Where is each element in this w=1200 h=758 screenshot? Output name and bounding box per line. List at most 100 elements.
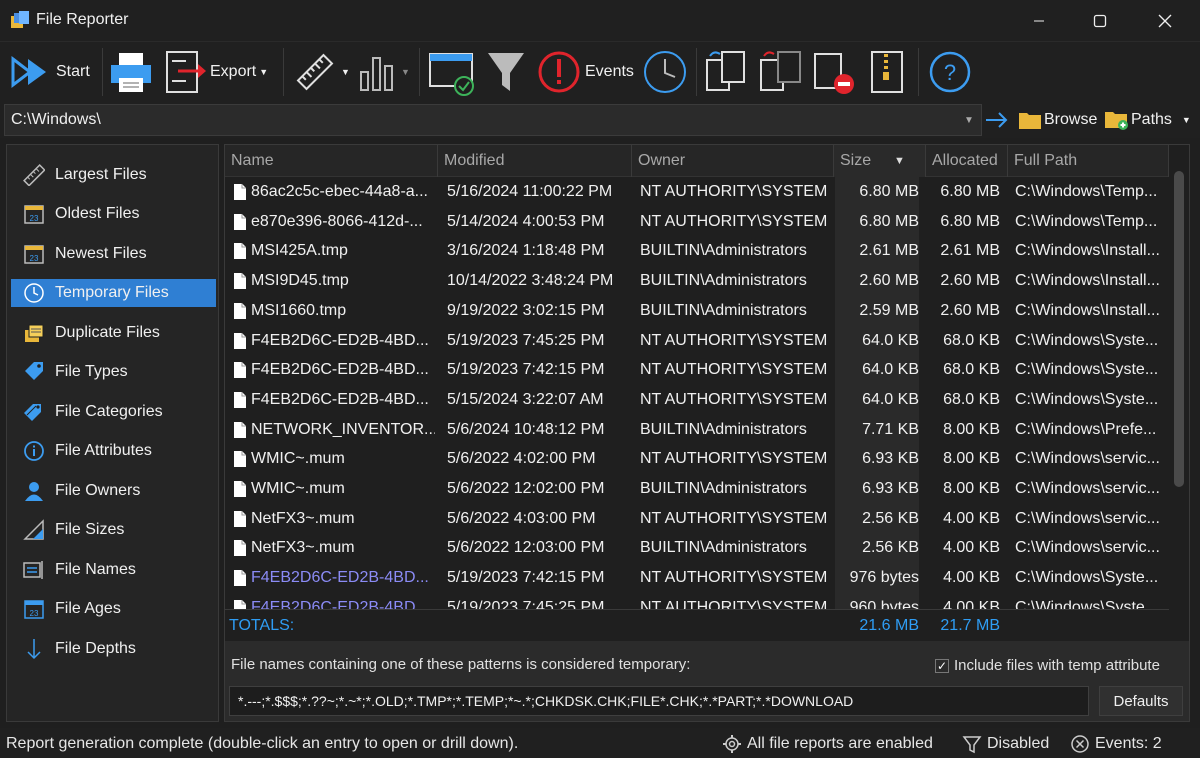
sidebar-item-label: File Categories <box>55 403 163 420</box>
table-row[interactable]: NetFX3~.mum 5/6/2022 4:03:00 PM NT AUTHORI… <box>225 504 1169 534</box>
sidebar-item-newest-files[interactable]: 23 Newest Files <box>11 240 216 268</box>
move-button[interactable] <box>758 44 804 100</box>
export-button[interactable]: Export ▼ <box>164 44 268 100</box>
vertical-scrollbar[interactable] <box>1169 145 1189 641</box>
column-header-name[interactable]: Name <box>225 145 438 177</box>
table-row[interactable]: MSI425A.tmp 3/16/2024 1:18:48 PM BUILTIN\A… <box>225 236 1169 266</box>
column-header-full-path[interactable]: Full Path <box>1008 145 1169 177</box>
defaults-button[interactable]: Defaults <box>1099 686 1183 716</box>
browse-button[interactable]: Browse <box>1018 106 1097 134</box>
cell-path: C:\Windows\Install... <box>1015 272 1160 290</box>
table-row[interactable]: F4EB2D6C-ED2B-4BD... 5/19/2023 7:42:15 PM… <box>225 563 1169 593</box>
table-row[interactable]: MSI1660.tmp 9/19/2022 3:02:15 PM BUILTIN\A… <box>225 296 1169 326</box>
close-button[interactable] <box>1142 0 1188 42</box>
table-row[interactable]: NetFX3~.mum 5/6/2022 12:03:00 PM BUILTIN\A… <box>225 533 1169 563</box>
help-button[interactable]: ? <box>928 44 972 100</box>
history-button[interactable] <box>642 44 688 100</box>
events-status[interactable]: Events: 2 <box>1070 733 1162 755</box>
sidebar-item-file-categories[interactable]: File Categories <box>11 398 216 426</box>
title-bar: File Reporter <box>0 0 1200 42</box>
compress-button[interactable] <box>868 44 908 100</box>
table-row[interactable]: F4EB2D6C-ED2B-4BD... 5/15/2024 3:22:07 AM… <box>225 385 1169 415</box>
reports-status[interactable]: All file reports are enabled <box>722 733 933 755</box>
events-label: Events <box>585 63 634 80</box>
file-icon <box>234 302 246 319</box>
sidebar-item-file-sizes[interactable]: File Sizes <box>11 516 216 544</box>
table-row[interactable]: F4EB2D6C-ED2B-4BD... 5/19/2023 7:45:25 PM… <box>225 326 1169 356</box>
cell-allocated: 2.61 MB <box>940 242 1000 260</box>
minimize-button[interactable] <box>1016 0 1062 42</box>
arrow-right-icon <box>986 112 1008 128</box>
file-icon <box>234 451 246 468</box>
chart-button[interactable]: ▼ <box>357 44 410 100</box>
table-row[interactable]: 86ac2c5c-ebec-44a8-a... 5/16/2024 11:00:2… <box>225 177 1169 207</box>
cell-name: MSI1660.tmp <box>251 301 347 319</box>
schedule-button[interactable] <box>428 44 476 100</box>
temp-attribute-checkbox[interactable]: ✓ Include files with temp attribute <box>935 657 1160 674</box>
cell-allocated: 4.00 KB <box>943 539 1000 557</box>
cell-owner: NT AUTHORITY\SYSTEM <box>640 331 828 349</box>
cell-modified: 5/6/2024 10:48:12 PM <box>447 420 605 438</box>
sidebar-item-largest-files[interactable]: Largest Files <box>11 161 216 189</box>
folder-icon <box>1019 113 1041 129</box>
table-row[interactable]: e870e396-8066-412d-... 5/14/2024 4:00:53 … <box>225 207 1169 237</box>
cell-name: F4EB2D6C-ED2B-4BD... <box>251 569 429 587</box>
names-icon <box>23 559 45 581</box>
column-header-allocated[interactable]: Allocated <box>926 145 1008 177</box>
sidebar-item-temporary-files[interactable]: Temporary Files <box>11 279 216 307</box>
print-button[interactable] <box>108 44 154 100</box>
filter-icon <box>962 736 982 754</box>
pattern-input[interactable] <box>229 686 1089 716</box>
cell-path: C:\Windows\Prefe... <box>1015 420 1157 438</box>
cell-name: WMIC~.mum <box>251 480 345 497</box>
sidebar-item-file-depths[interactable]: File Depths <box>11 635 216 663</box>
sidebar-item-file-types[interactable]: File Types <box>11 358 216 386</box>
sidebar-item-oldest-files[interactable]: 23 Oldest Files <box>11 200 216 228</box>
cell-owner: BUILTIN\Administrators <box>640 301 807 319</box>
table-row[interactable]: NETWORK_INVENTOR... 5/6/2024 10:48:12 PM B… <box>225 415 1169 445</box>
sidebar-item-file-owners[interactable]: File Owners <box>11 477 216 505</box>
file-icon <box>234 213 246 230</box>
sidebar-item-file-names[interactable]: File Names <box>11 556 216 584</box>
delete-button[interactable] <box>812 44 858 100</box>
path-input[interactable] <box>4 104 982 136</box>
cell-owner: NT AUTHORITY\SYSTEM <box>640 361 828 379</box>
table-row[interactable]: F4EB2D6C-ED2B-4BD... 5/19/2023 7:42:15 PM… <box>225 355 1169 385</box>
move-files-icon <box>760 51 801 91</box>
start-button[interactable]: Start <box>10 44 90 100</box>
scrollbar-thumb[interactable] <box>1174 171 1184 487</box>
sidebar-item-duplicate-files[interactable]: Duplicate Files <box>11 319 216 347</box>
column-header-size[interactable]: Size ▼ <box>834 145 926 177</box>
cell-allocated: 4.00 KB <box>943 569 1000 587</box>
start-label: Start <box>56 63 90 80</box>
measure-button[interactable]: ▼ <box>295 44 350 100</box>
table-row[interactable]: WMIC~.mum 5/6/2022 12:02:00 PM BUILTIN\Adm… <box>225 474 1169 504</box>
sidebar-item-file-attributes[interactable]: File Attributes <box>11 437 216 465</box>
calendar-ages-icon: 23 <box>23 598 45 620</box>
cell-name: WMIC~.mum <box>251 450 345 468</box>
svg-text:?: ? <box>944 60 956 85</box>
paths-button[interactable]: Paths ▼ <box>1104 106 1191 134</box>
export-label: Export <box>210 63 257 80</box>
cell-owner: NT AUTHORITY\SYSTEM <box>640 509 828 527</box>
chevron-down-icon: ▼ <box>341 67 350 77</box>
path-dropdown-icon[interactable]: ▼ <box>958 104 980 136</box>
filter-status[interactable]: Disabled <box>962 733 1049 755</box>
events-button[interactable]: Events <box>537 44 634 100</box>
maximize-button[interactable] <box>1077 0 1123 42</box>
cell-path: C:\Windows\servic... <box>1015 450 1160 468</box>
info-icon <box>23 440 45 462</box>
zip-file-icon <box>871 51 903 93</box>
cell-owner: NT AUTHORITY\SYSTEM <box>640 450 828 468</box>
copy-button[interactable] <box>704 44 750 100</box>
filter-button[interactable] <box>486 44 526 100</box>
sidebar-item-file-ages[interactable]: 23 File Ages <box>11 595 216 623</box>
cell-name: MSI425A.tmp <box>251 242 348 260</box>
sidebar-item-label: Oldest Files <box>55 205 140 222</box>
go-button[interactable] <box>984 106 1010 134</box>
column-header-owner[interactable]: Owner <box>632 145 834 177</box>
table-row[interactable]: WMIC~.mum 5/6/2022 4:02:00 PM NT AUTHORITY… <box>225 444 1169 474</box>
column-header-modified[interactable]: Modified <box>438 145 632 177</box>
maximize-icon <box>1093 14 1107 28</box>
table-row[interactable]: MSI9D45.tmp 10/14/2022 3:48:24 PM BUILTIN\… <box>225 266 1169 296</box>
